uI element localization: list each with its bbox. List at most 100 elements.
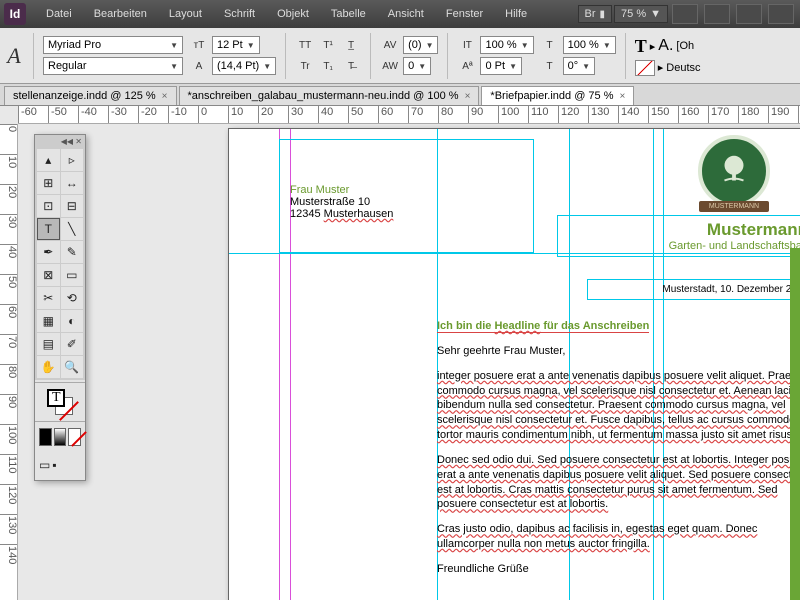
close-icon[interactable]: × — [162, 91, 168, 102]
vertical-ruler[interactable]: 0102030405060708090100110120130140 — [0, 124, 18, 600]
menu-objekt[interactable]: Objekt — [267, 4, 319, 24]
menu-ansicht[interactable]: Ansicht — [378, 4, 434, 24]
font-style-dropdown[interactable]: Regular▼ — [43, 57, 183, 75]
font-family-dropdown[interactable]: Myriad Pro▼ — [43, 36, 183, 54]
close-icon[interactable]: × — [620, 91, 626, 102]
app-icon: Id — [4, 3, 26, 25]
preview-mode[interactable]: ▪ — [52, 454, 56, 476]
font-size-input[interactable]: 12 Pt▼ — [212, 36, 260, 54]
tab-stellenanzeige[interactable]: stellenanzeige.indd @ 125 %× — [4, 86, 177, 105]
smallcaps-button[interactable]: Tr — [295, 57, 315, 75]
baseline-icon: Aª — [457, 57, 477, 75]
hand-tool[interactable]: ✋ — [37, 356, 60, 378]
selection-tool[interactable]: ▴ — [37, 149, 60, 171]
char-style-icon[interactable]: A. — [658, 37, 673, 55]
tracking-input[interactable]: 0▼ — [403, 57, 431, 75]
apply-color[interactable] — [39, 428, 52, 446]
rectangle-frame-tool[interactable]: ⊠ — [37, 264, 60, 286]
font-size-icon: тT — [189, 36, 209, 54]
company-sub: Garten- und Landschaftsbau — [566, 240, 800, 252]
note-tool[interactable]: ▤ — [37, 333, 60, 355]
menu-tabelle[interactable]: Tabelle — [321, 4, 376, 24]
zoom-tool[interactable]: 🔍 — [61, 356, 84, 378]
strikethrough-button[interactable]: T̶ — [341, 57, 361, 75]
logo-circle — [698, 135, 770, 207]
rectangle-tool[interactable]: ▭ — [61, 264, 84, 286]
line-tool[interactable]: ╲ — [61, 218, 84, 240]
text-stroke-icon[interactable] — [635, 60, 655, 76]
recipient-street: Musterstraße 10 — [290, 196, 523, 208]
zoom-dropdown[interactable]: 75 % ▼ — [614, 5, 668, 23]
char-style-label: [Oh — [676, 40, 694, 52]
view-mode-2[interactable] — [704, 4, 730, 24]
page-tool[interactable]: ⊞ — [37, 172, 60, 194]
logo-banner: MUSTERMANN — [699, 201, 769, 212]
fill-stroke-swatch[interactable]: T — [47, 389, 73, 415]
tree-icon — [715, 152, 753, 190]
baseline-input[interactable]: 0 Pt▼ — [480, 57, 522, 75]
recipient-city: 12345 Musterhausen — [290, 208, 523, 220]
superscript-button[interactable]: T¹ — [318, 36, 338, 54]
apply-gradient[interactable] — [54, 428, 67, 446]
document-canvas[interactable]: Frau Muster Musterstraße 10 12345 Muster… — [18, 124, 800, 600]
bleed-edge — [790, 248, 800, 600]
paragraph-2: Donec sed odio dui. Sed posuere consecte… — [437, 453, 800, 512]
content-placer-tool[interactable]: ⊟ — [61, 195, 84, 217]
menu-layout[interactable]: Layout — [159, 4, 212, 24]
char-format-icon[interactable]: A — [4, 33, 24, 79]
tab-anschreiben[interactable]: *anschreiben_galabau_mustermann-neu.indd… — [179, 86, 480, 105]
color-mode-row[interactable] — [35, 424, 85, 450]
skew-input[interactable]: 0°▼ — [563, 57, 595, 75]
view-mode-1[interactable] — [672, 4, 698, 24]
leading-input[interactable]: (14,4 Pt)▼ — [212, 57, 276, 75]
language-dropdown[interactable]: Deutsc — [666, 62, 700, 74]
menu-datei[interactable]: Datei — [36, 4, 82, 24]
menu-hilfe[interactable]: Hilfe — [495, 4, 537, 24]
paragraph-3: Cras justo odio, dapibus ac facilisis in… — [437, 522, 800, 552]
menu-schrift[interactable]: Schrift — [214, 4, 265, 24]
pen-tool[interactable]: ✒ — [37, 241, 60, 263]
scissors-tool[interactable]: ✂ — [37, 287, 60, 309]
body-text-frame[interactable]: Ich bin die Headline für das Anschreiben… — [437, 319, 800, 587]
tools-panel[interactable]: ◀◀ ✕ ▴ ▹ ⊞ ↔ ⊡ ⊟ T ╲ ✒ ✎ ⊠ ▭ ✂ ⟲ ▦ ◐ ▤ ✐… — [34, 134, 86, 481]
page[interactable]: Frau Muster Musterstraße 10 12345 Muster… — [228, 128, 800, 600]
content-collector-tool[interactable]: ⊡ — [37, 195, 60, 217]
gradient-feather-tool[interactable]: ◐ — [61, 310, 84, 332]
paragraph-1: integer posuere erat a ante venenatis da… — [437, 369, 800, 443]
menu-bearbeiten[interactable]: Bearbeiten — [84, 4, 157, 24]
kerning-input[interactable]: (0)▼ — [403, 36, 438, 54]
subscript-button[interactable]: T₁ — [318, 57, 338, 75]
horizontal-ruler[interactable]: -60-50-40-30-20-100102030405060708090100… — [18, 106, 800, 124]
screen-mode[interactable] — [768, 4, 794, 24]
apply-none[interactable] — [68, 428, 81, 446]
recipient-name: Frau Muster — [290, 184, 523, 196]
gap-tool[interactable]: ↔ — [61, 172, 84, 194]
direct-selection-tool[interactable]: ▹ — [61, 149, 84, 171]
company-name: Mustermann — [566, 220, 800, 240]
panel-header[interactable]: ◀◀ ✕ — [35, 135, 85, 147]
document-tabs: stellenanzeige.indd @ 125 %× *anschreibe… — [0, 84, 800, 106]
gradient-swatch-tool[interactable]: ▦ — [37, 310, 60, 332]
underline-button[interactable]: T̲ — [341, 36, 361, 54]
hscale-icon: T — [540, 36, 560, 54]
allcaps-button[interactable]: TT — [295, 36, 315, 54]
close-icon[interactable]: × — [465, 91, 471, 102]
tab-briefpapier[interactable]: *Briefpapier.indd @ 75 %× — [481, 86, 634, 105]
menu-fenster[interactable]: Fenster — [436, 4, 493, 24]
company-frame[interactable]: Mustermann Garten- und Landschaftsbau — [557, 215, 800, 257]
kerning-icon: AV — [380, 36, 400, 54]
bridge-button[interactable]: Br ▮ — [578, 5, 613, 23]
eyedropper-tool[interactable]: ✐ — [61, 333, 84, 355]
view-mode-3[interactable] — [736, 4, 762, 24]
leading-icon: A͏ — [189, 57, 209, 75]
vscale-input[interactable]: 100 %▼ — [480, 36, 533, 54]
vscale-icon: IT — [457, 36, 477, 54]
type-tool[interactable]: T — [37, 218, 60, 240]
address-frame[interactable]: Frau Muster Musterstraße 10 12345 Muster… — [279, 139, 534, 253]
free-transform-tool[interactable]: ⟲ — [61, 287, 84, 309]
hscale-input[interactable]: 100 %▼ — [563, 36, 616, 54]
pencil-tool[interactable]: ✎ — [61, 241, 84, 263]
text-fill-icon[interactable]: T — [635, 36, 647, 57]
date-frame[interactable]: Musterstadt, 10. Dezember 2012 — [587, 279, 800, 300]
normal-view-mode[interactable]: ▭ — [39, 454, 50, 476]
